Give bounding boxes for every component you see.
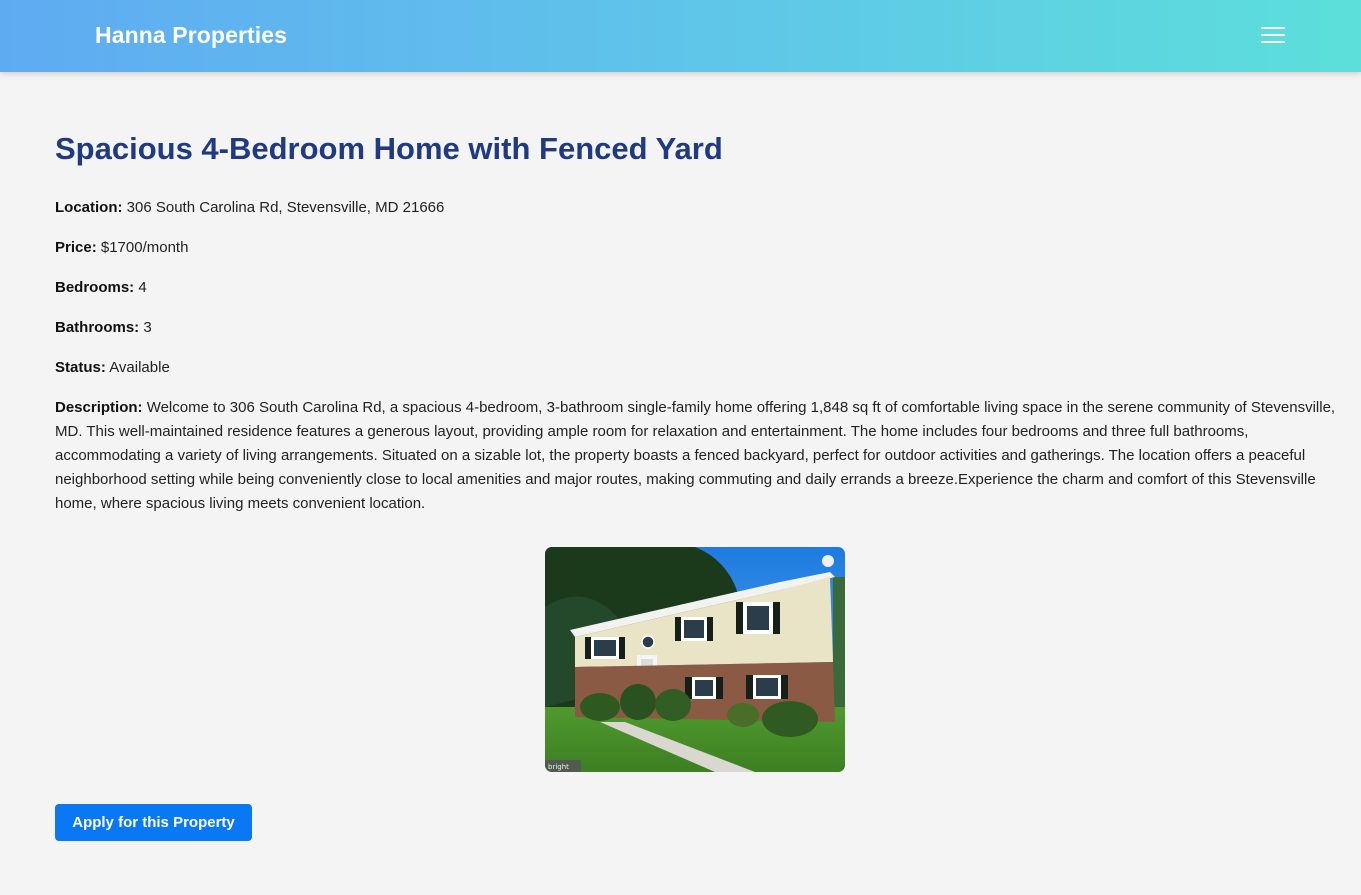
menu-bar — [1261, 27, 1285, 29]
field-status: Status: Available — [55, 356, 1340, 380]
brand-logo-text[interactable]: Hanna Properties — [95, 22, 287, 49]
navbar: Hanna Properties — [0, 0, 1361, 72]
property-photo: bright — [545, 547, 845, 772]
field-value: $1700/month — [100, 239, 189, 256]
field-label: Bedrooms: — [55, 279, 135, 296]
field-bedrooms: Bedrooms: 4 — [55, 276, 1340, 300]
listing-details: Spacious 4-Bedroom Home with Fenced Yard… — [55, 128, 1340, 516]
field-value: 3 — [143, 319, 152, 336]
field-bathrooms: Bathrooms: 3 — [55, 316, 1340, 340]
page-title: Spacious 4-Bedroom Home with Fenced Yard — [55, 131, 723, 166]
field-label: Price: — [55, 239, 97, 256]
menu-bar — [1261, 41, 1285, 43]
field-location: Location: 306 South Carolina Rd, Stevens… — [55, 196, 1340, 220]
property-fields: Location: 306 South Carolina Rd, Stevens… — [55, 196, 1340, 516]
photo-watermark: bright — [548, 763, 569, 771]
hamburger-menu-icon[interactable] — [1255, 18, 1291, 52]
field-description: Description: Welcome to 306 South Caroli… — [55, 396, 1340, 516]
field-label: Description: — [55, 399, 143, 416]
field-label: Bathrooms: — [55, 319, 140, 336]
field-label: Location: — [55, 199, 123, 216]
field-value: 306 South Carolina Rd, Stevensville, MD … — [126, 199, 445, 216]
field-label: Status: — [55, 359, 106, 376]
field-price: Price: $1700/month — [55, 236, 1340, 260]
menu-bar — [1261, 34, 1285, 36]
apply-button[interactable]: Apply for this Property — [55, 804, 252, 841]
description-text: Welcome to 306 South Carolina Rd, a spac… — [55, 399, 1336, 512]
field-value: Available — [109, 359, 170, 376]
field-value: 4 — [138, 279, 147, 296]
